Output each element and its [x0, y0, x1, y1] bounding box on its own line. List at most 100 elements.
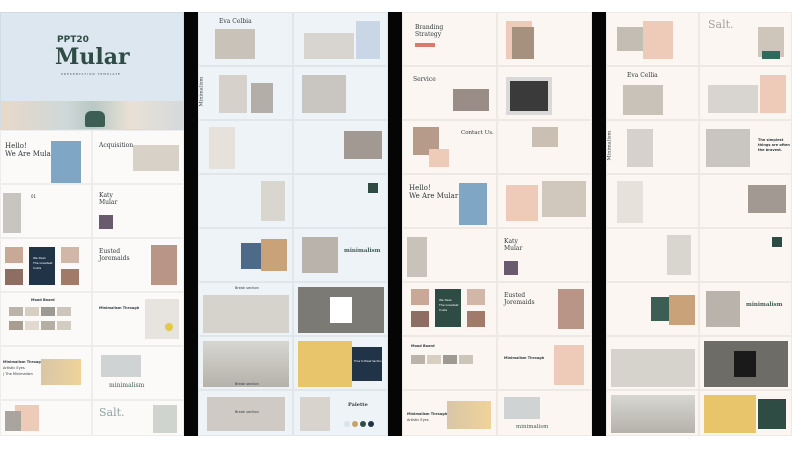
quote-slide-c4[interactable]: The simplest things are often the braves…	[699, 120, 792, 174]
green-sofa	[762, 51, 780, 59]
salt-slide[interactable]: Salt.	[92, 400, 184, 436]
section-number: 01	[31, 194, 37, 199]
time-to-break-slide[interactable]: Time to Break Section	[293, 336, 388, 390]
minimalism-slide-c4[interactable]: minimalism	[699, 282, 792, 336]
katy-slide-c3[interactable]: Katy Mular	[497, 228, 592, 282]
branding-slide[interactable]: Branding Strategy	[402, 12, 497, 66]
break-slide-c4-2[interactable]	[699, 336, 792, 390]
chair-image	[85, 111, 105, 127]
vertical-minimalism-slide[interactable]: Minimalism	[198, 66, 293, 120]
eusted-slide[interactable]: Eusted Joremaids	[92, 238, 184, 292]
through-slide-c4-3[interactable]	[699, 228, 792, 282]
eusted-slide-c3[interactable]: Eusted Joremaids	[497, 282, 592, 336]
yellow-chair-c4	[704, 395, 756, 433]
mular-name: Mular	[99, 199, 118, 206]
column-divider-2	[388, 12, 402, 436]
salt-slide-c4[interactable]: Salt.	[699, 12, 792, 66]
team-photo-3	[61, 247, 79, 263]
numbers-slide[interactable]: 01	[0, 184, 92, 238]
acquisition-slide[interactable]: Acquisition	[92, 130, 184, 184]
quote-slide-1[interactable]	[293, 66, 388, 120]
room-slide-c3[interactable]	[497, 12, 592, 66]
we-are-text-c3: We Are Mular	[409, 192, 459, 200]
mood-thumbs-2	[9, 321, 71, 330]
cactus-photo	[153, 405, 177, 433]
tv-slide-c4[interactable]	[699, 174, 792, 228]
minimalism-through-slide-c3[interactable]: Minimalism Through	[497, 336, 592, 390]
yellow-chair-photo	[298, 341, 352, 387]
room-slide-c4[interactable]	[606, 12, 699, 66]
bathroom-slide[interactable]	[293, 120, 388, 174]
room-photo-2	[304, 33, 354, 59]
room-photo-c4-2	[708, 85, 758, 113]
contact-slide[interactable]: Contact Us.	[402, 120, 497, 174]
through-slide-c4-2[interactable]	[606, 228, 699, 282]
column-divider-3	[592, 12, 606, 436]
quote-photo	[302, 75, 346, 113]
mood-thumbs-c3	[411, 355, 473, 364]
through-slide-3[interactable]	[293, 174, 388, 228]
service-slide[interactable]: Service	[402, 66, 497, 120]
break-section-slide-3[interactable]: Break section	[198, 390, 293, 436]
navy-card	[352, 347, 382, 381]
yellow-chair-slide-c4[interactable]	[699, 390, 792, 436]
room-photo-c4-3	[706, 291, 740, 327]
eva-slide-c4[interactable]: Eva Cellia	[606, 66, 699, 120]
green-square	[368, 183, 378, 193]
eva-slide[interactable]: Eva Celbia	[198, 12, 293, 66]
green-box-slide-c4[interactable]	[606, 282, 699, 336]
laptop-photo	[506, 77, 552, 115]
team-slide-c3[interactable]: We Deal The Greatest Costs	[402, 282, 497, 336]
room-photo-c4	[617, 27, 643, 51]
numbers-slide-c3[interactable]	[402, 228, 497, 282]
chair-photo-c4	[617, 181, 643, 223]
through-slide-c4[interactable]	[699, 66, 792, 120]
minimalism-vertical: Minimalism	[198, 76, 205, 107]
artistic-slide[interactable]: Minimalism Through Artistic Eyes | The M…	[0, 346, 92, 400]
moodboard-slide[interactable]: Mood Board	[0, 292, 92, 346]
lamp-photo-c3	[532, 127, 558, 147]
minimalism-slide-2[interactable]: minimalism	[293, 228, 388, 282]
break-slide-c4-1[interactable]	[606, 336, 699, 390]
team-slide[interactable]: We Deal The Greatest Costs	[0, 238, 92, 292]
room-photo	[133, 145, 179, 171]
desk-photo-c4	[627, 129, 653, 167]
title-slide[interactable]: PPT20 Mular PRESENTATION TEMPLATE	[0, 12, 184, 130]
team-photo-c3-3	[467, 289, 485, 305]
artistic-slide-c3[interactable]: Minimalism Through Artistic Eyes	[402, 390, 497, 436]
laptop-slide[interactable]	[497, 66, 592, 120]
plant-photo-2	[261, 181, 285, 221]
black-card-c4	[734, 351, 756, 377]
hello-slide-c3[interactable]: Hello! We Are Mular	[402, 174, 497, 228]
break-section-slide-1[interactable]: Break section	[198, 282, 293, 336]
salt-title: Salt.	[99, 406, 125, 419]
break-section-label-3: Break section	[235, 410, 259, 414]
sofa-break-slide[interactable]: Break section	[198, 336, 293, 390]
hello-slide[interactable]: Hello! We Are Mular	[0, 130, 92, 184]
minimalism-word-slide-c3[interactable]: minimalism	[497, 390, 592, 436]
blue-box-slide[interactable]	[198, 228, 293, 282]
katy-slide[interactable]: Katy Mular	[92, 184, 184, 238]
we-deal: We Deal	[33, 256, 46, 260]
tv-photo	[344, 131, 382, 159]
room-photo-c3	[512, 27, 534, 59]
mood-board-title: Mood Board	[31, 298, 55, 302]
peach-block-c4	[643, 21, 673, 59]
chair-slide-c4[interactable]	[606, 174, 699, 228]
orange-room-photo	[41, 359, 81, 385]
mular-title-slide[interactable]	[497, 174, 592, 228]
through-slide-1[interactable]	[293, 12, 388, 66]
peach-slide[interactable]	[0, 400, 92, 436]
vertical-minimalism-c4[interactable]: Minimalism	[606, 120, 699, 174]
moodboard-slide-c3[interactable]: Mood Board	[402, 336, 497, 390]
minimalism-word-slide[interactable]: minimalism	[92, 346, 184, 400]
mular-slide[interactable]	[497, 120, 592, 174]
minimalism-through-slide[interactable]: Minimalism Through	[92, 292, 184, 346]
chair-slide[interactable]	[198, 120, 293, 174]
break-section-slide-2[interactable]	[293, 282, 388, 336]
room-photo-3	[302, 237, 338, 273]
sofa-slide-c4[interactable]	[606, 390, 699, 436]
the-minimalism-text: | The Minimalism	[3, 372, 33, 376]
through-slide-2[interactable]	[198, 174, 293, 228]
palette-slide[interactable]: Palette	[293, 390, 388, 436]
